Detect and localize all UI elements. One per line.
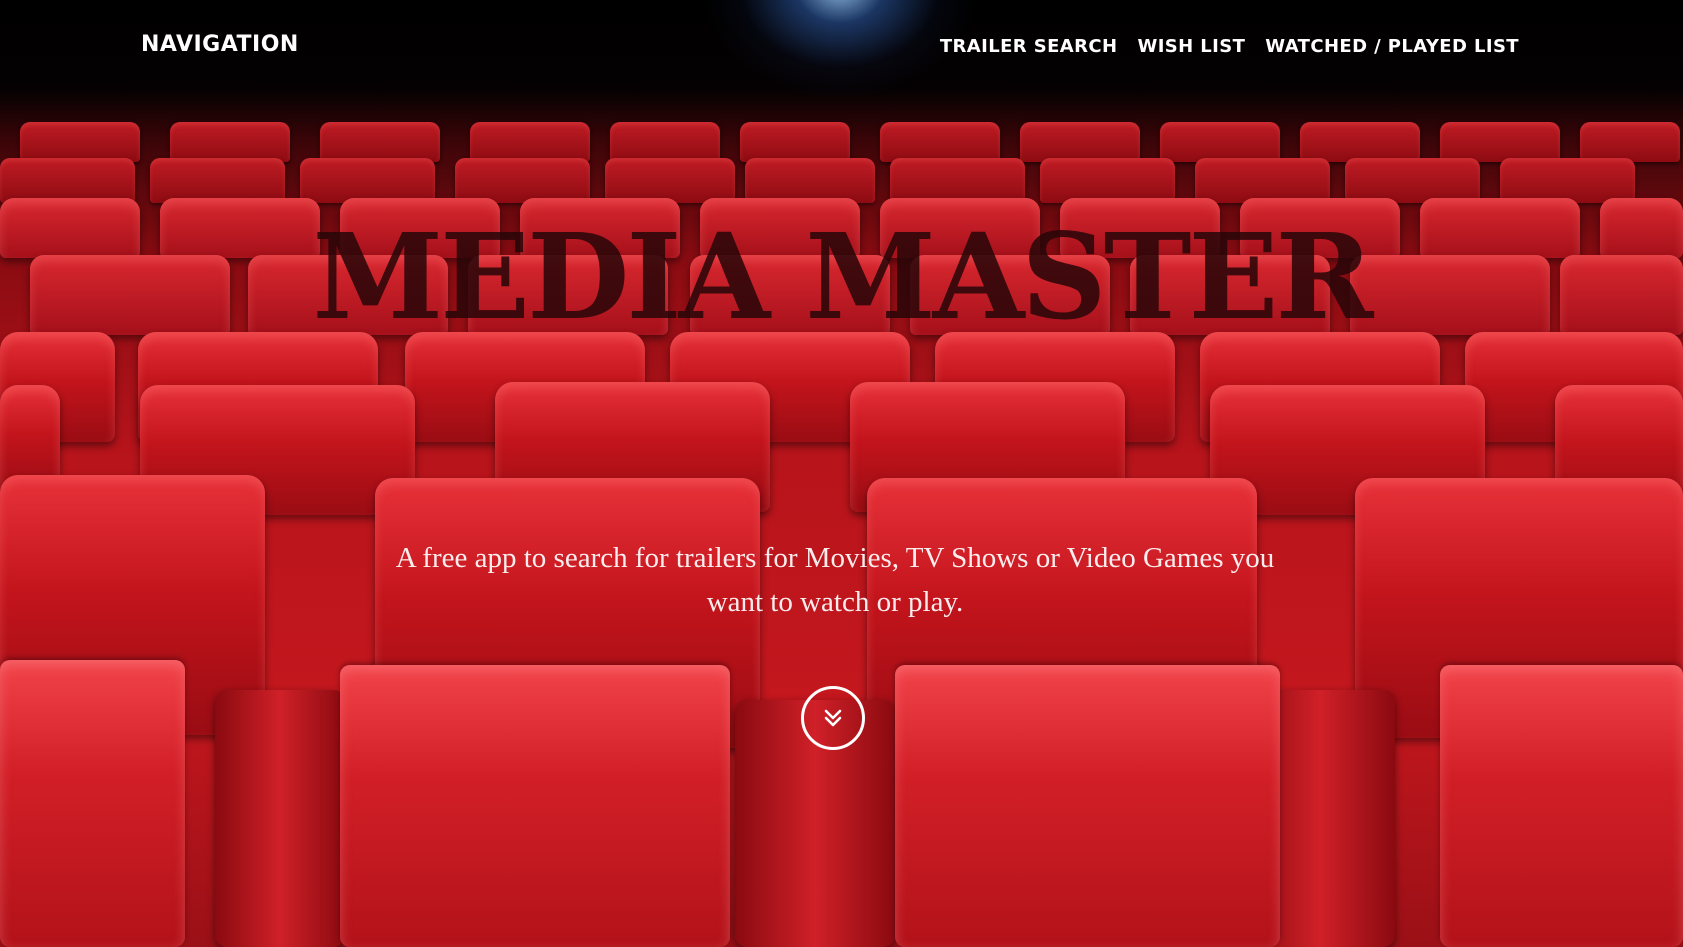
- seat: [605, 158, 735, 203]
- armrest: [215, 690, 345, 947]
- hero-title: MEDIA MASTER: [312, 207, 1374, 346]
- seat: [745, 158, 875, 203]
- seat: [1500, 158, 1635, 203]
- nav-link-wish-list[interactable]: WISH LIST: [1137, 36, 1245, 57]
- hero-subtitle: A free app to search for trailers for Mo…: [395, 542, 1275, 618]
- nav-brand[interactable]: NAVIGATION: [141, 32, 299, 57]
- nav-link-trailer-search[interactable]: TRAILER SEARCH: [940, 36, 1118, 57]
- nav-links: TRAILER SEARCH WISH LIST WATCHED / PLAYE…: [940, 36, 1519, 57]
- seat: [1040, 158, 1175, 203]
- seat: [1345, 158, 1480, 203]
- seat: [880, 122, 1000, 162]
- seat: [1195, 158, 1330, 203]
- seat: [455, 158, 590, 203]
- seat: [890, 158, 1025, 203]
- seat: [740, 122, 850, 162]
- seat: [20, 122, 140, 162]
- seat-cushion: [895, 665, 1280, 947]
- seat: [150, 158, 285, 203]
- seat: [1300, 122, 1420, 162]
- chevron-double-down-icon: [822, 707, 844, 729]
- nav-link-watched-played-list[interactable]: WATCHED / PLAYED LIST: [1265, 36, 1519, 57]
- cinema-seats-background: [0, 0, 1683, 947]
- scroll-down-button[interactable]: [801, 686, 865, 750]
- seat: [0, 158, 135, 203]
- top-navigation: NAVIGATION TRAILER SEARCH WISH LIST WATC…: [0, 0, 1683, 95]
- hero-section: NAVIGATION TRAILER SEARCH WISH LIST WATC…: [0, 0, 1683, 947]
- seat: [470, 122, 590, 162]
- seat: [610, 122, 720, 162]
- seat: [1020, 122, 1140, 162]
- seat-cushion: [340, 665, 730, 947]
- seat: [320, 122, 440, 162]
- seat: [1440, 122, 1560, 162]
- seat: [1160, 122, 1280, 162]
- seat-cushion: [1440, 665, 1683, 947]
- seat-cushion: [0, 660, 185, 947]
- seat: [1580, 122, 1680, 162]
- seat: [170, 122, 290, 162]
- seat: [300, 158, 435, 203]
